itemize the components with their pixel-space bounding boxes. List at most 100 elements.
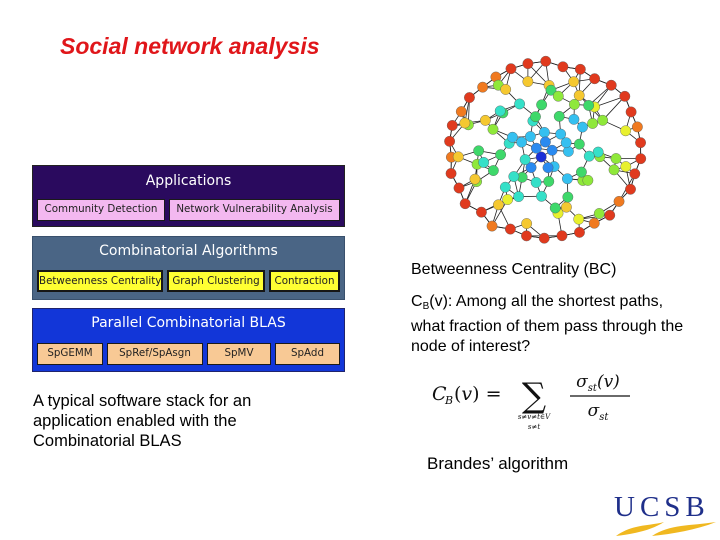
- graph-node: [608, 164, 620, 176]
- graph-node: [536, 99, 548, 111]
- graph-node: [539, 126, 550, 138]
- graph-node: [446, 120, 458, 131]
- graph-node: [502, 194, 514, 205]
- graph-node: [459, 117, 471, 129]
- graph-node: [542, 162, 554, 174]
- network-graph: [444, 55, 647, 244]
- graph-node: [574, 226, 585, 238]
- graph-node: [635, 153, 647, 165]
- graph-node: [556, 230, 568, 242]
- graph-node: [588, 217, 600, 229]
- graph-node: [610, 153, 622, 164]
- graph-node: [574, 63, 586, 75]
- graph-node: [635, 137, 646, 149]
- graph-node: [568, 76, 580, 88]
- graph-node: [469, 173, 481, 185]
- graph-node: [479, 114, 491, 126]
- graph-node: [487, 165, 499, 176]
- graph-node: [521, 218, 533, 229]
- graph-node: [473, 145, 485, 157]
- graph-node: [455, 106, 467, 117]
- graph-node: [476, 206, 487, 218]
- graph-node: [524, 131, 536, 142]
- graph-node: [625, 106, 637, 118]
- graph-node: [620, 125, 632, 137]
- graph-node: [500, 84, 512, 95]
- graph-node: [505, 63, 517, 75]
- formula-lhs-sub: B: [444, 394, 453, 407]
- spgemm-box: SpGEMM: [37, 343, 103, 365]
- graph-node: [464, 92, 475, 103]
- graph-node: [557, 61, 569, 73]
- graph-node: [577, 121, 588, 133]
- bc-description: CB(v): Among all the shortest paths, wha…: [411, 292, 701, 357]
- bc-description-text: (v): Among all the shortest paths, what …: [411, 293, 684, 355]
- graph-node: [508, 171, 520, 182]
- graph-node: [522, 58, 534, 70]
- graph-node: [589, 73, 601, 85]
- graph-node: [631, 121, 643, 133]
- graph-node: [530, 111, 541, 123]
- graph-node: [522, 76, 534, 87]
- graph-node: [530, 142, 542, 154]
- graph-node: [561, 173, 573, 185]
- slide-title: Social network analysis: [60, 33, 320, 59]
- graph-node: [539, 136, 551, 148]
- graph-node: [593, 208, 605, 219]
- graph-node: [613, 195, 625, 207]
- formula-lhs-arg: (v) =: [454, 383, 502, 405]
- network-vulnerability-box: Network Vulnerability Analysis: [169, 199, 340, 221]
- graph-node: [568, 113, 580, 125]
- graph-node: [583, 100, 595, 111]
- formula-numerator: σst(v): [576, 372, 620, 394]
- brandes-algorithm-label: Brandes’ algorithm: [427, 454, 569, 473]
- graph-node: [552, 90, 564, 102]
- applications-heading: Applications: [145, 173, 232, 189]
- stack-caption: A typical software stack for an applicat…: [33, 392, 252, 450]
- graph-clustering-box: Graph Clustering: [167, 270, 265, 292]
- graph-node: [619, 90, 631, 102]
- graph-node: [478, 156, 490, 168]
- graph-node: [519, 154, 531, 165]
- spref-spasgn-box: SpRef/SpAsgn: [107, 343, 203, 365]
- graph-node: [629, 168, 641, 180]
- graph-node: [546, 144, 558, 156]
- community-detection-box: Community Detection: [37, 199, 165, 221]
- graph-node: [573, 90, 585, 101]
- graph-node: [493, 199, 504, 211]
- graph-node: [540, 55, 552, 67]
- formula-denominator: σst: [588, 401, 610, 423]
- graph-node: [504, 223, 516, 235]
- graph-node: [549, 202, 561, 214]
- graph-node: [477, 81, 489, 93]
- sum-lower-2: s≠t: [528, 423, 540, 431]
- ucsb-logo-text: UCSB: [614, 491, 710, 523]
- graph-node: [494, 105, 506, 117]
- bc-title: Betweenness Centrality (BC): [411, 261, 617, 278]
- graph-node: [583, 150, 595, 162]
- spadd-box: SpAdd: [275, 343, 340, 365]
- graph-node: [604, 209, 616, 221]
- applications-layer: Applications Community Detection Network…: [32, 165, 345, 227]
- graph-node: [514, 98, 525, 110]
- algorithms-layer: Combinatorial Algorithms Betweenness Cen…: [32, 236, 345, 300]
- graph-node: [573, 138, 585, 150]
- sum-lower-1: s≠v≠t∈V: [518, 413, 551, 421]
- graph-node: [453, 182, 465, 194]
- ucsb-wave-2: [652, 522, 716, 536]
- sum-symbol: ∑: [522, 376, 546, 416]
- graph-node: [573, 213, 585, 225]
- bc-symbol: C: [411, 293, 423, 310]
- graph-node: [521, 230, 532, 242]
- graph-node: [587, 117, 598, 129]
- graph-node: [486, 220, 498, 232]
- graph-node: [495, 149, 507, 161]
- algorithms-heading: Combinatorial Algorithms: [99, 243, 278, 259]
- betweenness-centrality-box: Betweenness Centrality: [37, 270, 163, 292]
- graph-node: [445, 168, 457, 179]
- blas-heading: Parallel Combinatorial BLAS: [91, 315, 286, 331]
- contraction-box: Contraction: [269, 270, 340, 292]
- bc-formula: C B (v) = ∑ s≠v≠t∈V s≠t σst(v) σst: [432, 372, 630, 431]
- graph-node: [625, 183, 636, 195]
- graph-node: [536, 190, 547, 202]
